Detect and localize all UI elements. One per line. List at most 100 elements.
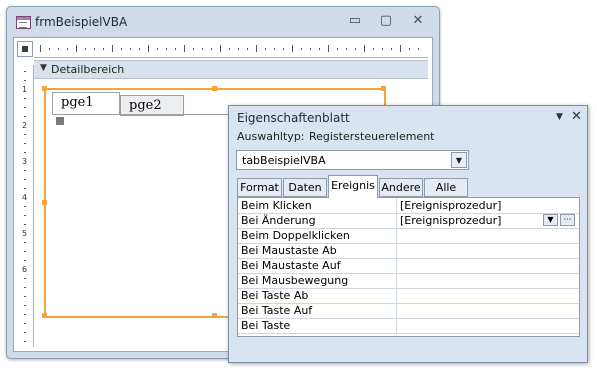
ruler-number: 5 [22, 229, 28, 238]
tab-pge2[interactable]: pge2 [120, 95, 184, 116]
ruler-tick [24, 251, 26, 252]
property-value[interactable]: [Ereignisprozedur] [400, 199, 501, 212]
selection-type-label: Auswahltyp: [237, 130, 305, 143]
ruler-tick [391, 48, 392, 50]
ruler-tick [400, 45, 401, 52]
form-title: frmBeispielVBA [35, 15, 128, 29]
ruler-tick [292, 45, 293, 52]
ruler-tick [184, 45, 185, 52]
property-row[interactable]: Bei Maustaste Ab [238, 243, 579, 259]
ruler-tick [103, 48, 104, 50]
resize-handle[interactable] [42, 200, 47, 205]
tab-format[interactable]: Format [237, 178, 282, 197]
tab-daten[interactable]: Daten [283, 178, 327, 197]
property-row[interactable]: Bei Änderung [Ereignisprozedur] ▼ ··· [238, 213, 579, 229]
chevron-down-icon[interactable]: ▼ [543, 214, 558, 226]
property-grid[interactable]: Beim Klicken [Ereignisprozedur] Bei Ände… [237, 197, 580, 337]
ruler-tick [24, 341, 26, 342]
form-icon [16, 16, 31, 29]
ruler-tick [346, 48, 347, 50]
object-selector-dropdown[interactable]: tabBeispielVBA ▼ [236, 150, 469, 170]
ruler-tick [24, 170, 26, 171]
ruler-tick [238, 48, 239, 50]
ruler-tick [229, 48, 230, 50]
form-titlebar[interactable]: frmBeispielVBA ▭ ▢ ✕ [7, 7, 439, 37]
ruler-tick [24, 323, 26, 324]
property-sheet-panel[interactable]: Eigenschaftenblatt ▼ ✕ Auswahltyp: Regis… [228, 105, 588, 363]
property-name: Bei Maustaste Auf [241, 259, 341, 272]
ruler-tick [337, 48, 338, 50]
property-sheet-title: Eigenschaftenblatt [237, 111, 350, 125]
object-selector-value: tabBeispielVBA [242, 154, 326, 167]
property-name: Bei Mausbewegung [241, 274, 349, 287]
ruler-tick [139, 48, 140, 50]
section-arrow-icon: ▼ [40, 63, 47, 73]
ruler-tick [49, 48, 50, 50]
property-row[interactable]: Bei Maustaste Auf [238, 258, 579, 274]
ruler-tick [373, 48, 374, 50]
ruler-tick [58, 48, 59, 50]
ruler-tick [24, 332, 26, 333]
property-name: Bei Änderung [241, 214, 316, 227]
property-row[interactable]: Bei Taste Ab [238, 288, 579, 304]
resize-handle[interactable] [212, 313, 217, 318]
ruler-tick [121, 48, 122, 50]
property-row[interactable]: Bei Taste Auf [238, 303, 579, 319]
ruler-tick [24, 206, 26, 207]
ruler-tick [202, 48, 203, 50]
ruler-tick [418, 48, 419, 50]
ruler-tick [24, 287, 26, 288]
ruler-tick [24, 107, 26, 108]
chevron-down-icon[interactable]: ▼ [451, 152, 467, 168]
column-divider [396, 258, 397, 273]
ruler-tick [24, 152, 26, 153]
maximize-button[interactable]: ▢ [373, 11, 399, 31]
ruler-tick [157, 48, 158, 50]
ruler-tick [301, 48, 302, 50]
property-name: Beim Doppelklicken [241, 229, 350, 242]
ruler-number: 1 [22, 85, 28, 94]
tab-ereignis[interactable]: Ereignis [328, 175, 378, 198]
section-header-detail[interactable]: ▼ Detailbereich [34, 60, 428, 79]
resize-handle[interactable] [212, 86, 217, 91]
ruler-tick [24, 314, 26, 315]
selection-type-value: Registersteuerelement [309, 130, 435, 143]
panel-options-icon[interactable]: ▼ [556, 112, 563, 122]
property-row[interactable]: Bei Taste [238, 318, 579, 334]
ruler-tick [24, 116, 26, 117]
column-divider [396, 213, 397, 228]
ruler-tick [24, 179, 26, 180]
resize-handle[interactable] [381, 86, 386, 91]
builder-button[interactable]: ··· [560, 214, 575, 226]
ruler-number: 4 [22, 193, 28, 202]
ruler-tick [328, 45, 329, 52]
ruler-tick [364, 45, 365, 52]
ruler-tick [382, 48, 383, 50]
horizontal-ruler[interactable] [34, 41, 428, 58]
property-row[interactable]: Beim Klicken [Ereignisprozedur] [238, 198, 579, 214]
ruler-number: 6 [22, 265, 28, 274]
tab-pge1[interactable]: pge1 [52, 92, 120, 115]
column-divider [396, 243, 397, 258]
ruler-tick [24, 188, 26, 189]
panel-close-button[interactable]: ✕ [571, 109, 582, 124]
property-row[interactable]: Beim Doppelklicken [238, 228, 579, 244]
ruler-tick [85, 48, 86, 50]
ruler-tick [193, 48, 194, 50]
ruler-tick [247, 48, 248, 50]
ruler-tick [40, 45, 41, 52]
resize-handle[interactable] [42, 313, 47, 318]
form-selector-box[interactable] [17, 41, 33, 57]
property-row[interactable]: Bei Mausbewegung [238, 273, 579, 289]
column-divider [396, 228, 397, 243]
page-selector-marker[interactable] [56, 117, 64, 125]
tab-andere[interactable]: Andere [379, 178, 423, 197]
tab-alle[interactable]: Alle [424, 178, 468, 197]
close-button[interactable]: ✕ [405, 11, 431, 31]
ruler-tick [175, 48, 176, 50]
resize-handle[interactable] [42, 86, 47, 91]
property-value[interactable]: [Ereignisprozedur] [400, 214, 501, 227]
vertical-ruler[interactable]: 1 2 3 4 5 6 [17, 65, 34, 347]
ruler-number: 3 [22, 157, 28, 166]
minimize-button[interactable]: ▭ [342, 11, 368, 31]
